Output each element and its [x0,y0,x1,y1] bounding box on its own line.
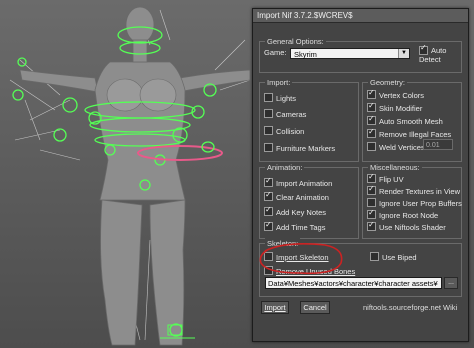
animation-group: Animation: Import Animation Clear Animat… [259,162,359,239]
use-niftools-shader-label: Use Niftools Shader [379,223,446,232]
add-key-notes-checkbox[interactable]: Add Key Notes [264,204,327,219]
checkbox-box [264,189,273,201]
checkbox-box [264,93,273,102]
checkbox-box [367,171,376,183]
import-lights-checkbox[interactable]: Lights [264,93,296,105]
checkbox-box [367,219,376,231]
weld-vertices-label: Weld Vertices [379,143,425,152]
import-group: Import: Lights Cameras Collision Furnitu… [259,77,359,162]
checkbox-box [264,109,273,118]
import-button-label: Import [264,303,286,312]
dialog-title: Import Nif 3.7.2.$WCREV$ [253,9,468,23]
render-textures-label: Render Textures in View [379,187,461,196]
auto-smooth-label: Auto Smooth Mesh [379,117,443,126]
checkbox-box [367,87,376,99]
import-animation-checkbox[interactable]: Import Animation [264,175,333,190]
clear-animation-checkbox[interactable]: Clear Animation [264,189,329,204]
cancel-button[interactable]: Cancel [300,301,330,314]
skeleton-path-input[interactable]: Data¥Meshes¥actors¥character¥character a… [265,277,442,289]
import-collision-label: Collision [276,127,305,136]
import-lights-label: Lights [276,94,297,103]
ignore-root-node-label: Ignore Root Node [379,211,439,220]
general-options-group: General Options: Game: Skyrim ▼ Auto Det… [259,36,462,73]
import-furniture-label: Furniture Markers [276,144,336,153]
geometry-group: Geometry: Vertex Colors Skin Modifier Au… [362,77,462,162]
checkbox-box [367,100,376,112]
miscellaneous-group-title: Miscellaneous: [368,162,422,173]
checkbox-box [264,143,273,152]
checkbox-box [367,142,376,151]
skin-modifier-label: Skin Modifier [379,104,423,113]
checkbox-box [264,175,273,187]
checkbox-box [264,204,273,216]
use-niftools-shader-checkbox[interactable]: Use Niftools Shader [367,219,446,234]
skin-modifier-checkbox[interactable]: Skin Modifier [367,100,423,115]
use-biped-label: Use Biped [382,253,417,262]
render-textures-checkbox[interactable]: Render Textures in View [367,183,461,198]
ignore-user-prop-label: Ignore User Prop Buffers [379,199,462,208]
add-time-tags-label: Add Time Tags [276,223,326,232]
auto-detect-checkbox[interactable]: Auto Detect [419,43,461,66]
cancel-button-label: Cancel [303,303,327,312]
checkbox-box [370,252,379,261]
animation-group-title: Animation: [265,162,305,173]
wiki-link[interactable]: Wiki [443,303,457,312]
flip-uv-label: Flip UV [379,175,404,184]
weld-threshold-field[interactable]: 0.01 [423,139,453,150]
add-key-notes-label: Add Key Notes [276,208,327,217]
weld-vertices-checkbox[interactable]: Weld Vertices [367,142,425,154]
remove-illegal-faces-label: Remove Illegal Faces [379,130,452,139]
import-furniture-checkbox[interactable]: Furniture Markers [264,143,335,155]
checkbox-box [264,126,273,135]
checkbox-box [367,198,376,207]
use-biped-checkbox[interactable]: Use Biped [370,252,417,264]
checkbox-box [367,183,376,195]
ignore-root-node-checkbox[interactable]: Ignore Root Node [367,207,439,222]
checkbox-box [367,126,376,138]
add-time-tags-checkbox[interactable]: Add Time Tags [264,219,326,234]
browse-skeleton-button[interactable]: ... [444,277,458,289]
auto-detect-check [419,43,428,55]
import-animation-label: Import Animation [276,179,333,188]
chevron-down-icon: ▼ [398,49,409,58]
miscellaneous-group: Miscellaneous: Flip UV Render Textures i… [362,162,462,239]
vertex-colors-label: Vertex Colors [379,91,425,100]
auto-smooth-checkbox[interactable]: Auto Smooth Mesh [367,113,443,128]
checkbox-box [367,207,376,219]
game-dropdown[interactable]: Skyrim ▼ [290,48,410,59]
ignore-user-prop-checkbox[interactable]: Ignore User Prop Buffers [367,198,462,210]
checkbox-box [264,219,273,231]
import-cameras-checkbox[interactable]: Cameras [264,109,306,121]
vertex-colors-checkbox[interactable]: Vertex Colors [367,87,425,102]
game-label: Game: [264,48,287,57]
import-cameras-label: Cameras [276,110,307,119]
import-group-title: Import: [265,77,293,88]
niftools-site-link[interactable]: niftools.sourceforge.net [363,303,441,312]
checkbox-box [367,113,376,125]
import-nif-dialog: Import Nif 3.7.2.$WCREV$ General Options… [252,8,469,342]
import-button[interactable]: Import [261,301,289,314]
game-dropdown-value: Skyrim [294,50,317,59]
highlight-circle-annotation [259,243,343,275]
clear-animation-label: Clear Animation [276,193,329,202]
general-options-title: General Options: [265,36,326,47]
import-collision-checkbox[interactable]: Collision [264,126,304,138]
